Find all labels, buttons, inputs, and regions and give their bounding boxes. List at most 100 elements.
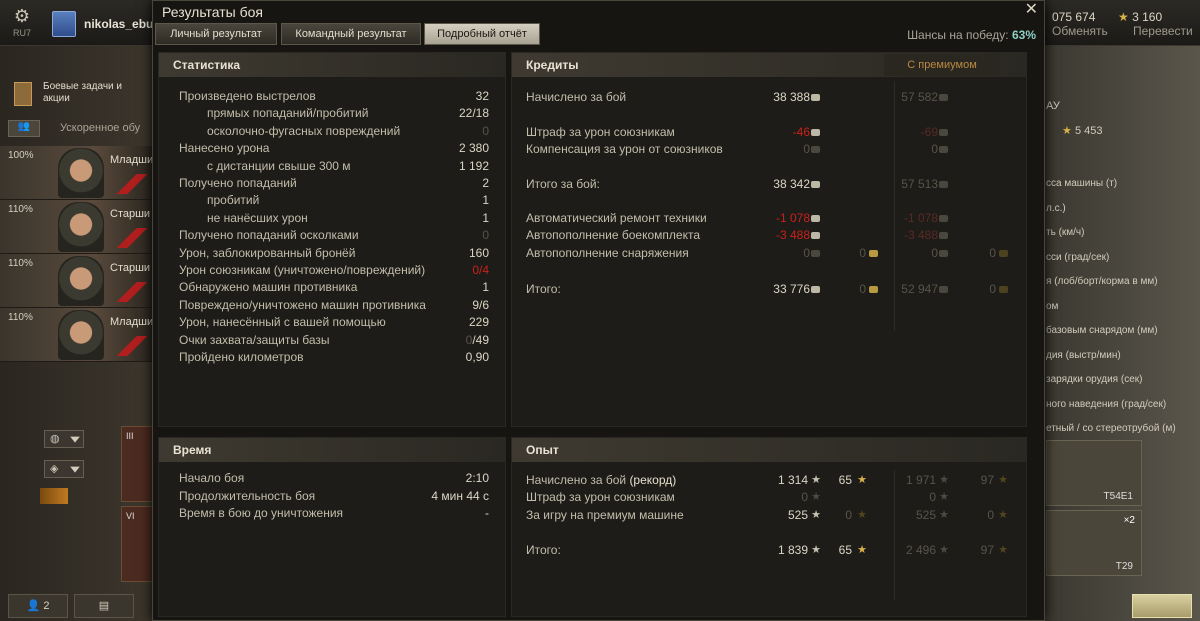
tank-card[interactable]: T29 ×2 (1046, 510, 1142, 576)
time-label: Время в бою до уничтожения (179, 506, 344, 520)
stats-row: Урон, заблокированный бронёй 160 (159, 245, 507, 262)
gold-icon (869, 250, 878, 258)
stats-value: 0/4 (472, 263, 489, 277)
crew-member[interactable]: 100% Младши (0, 146, 154, 200)
credits-row: Компенсация за урон от союзников 0 0 (512, 141, 1028, 158)
star-icon: ★ (939, 474, 949, 486)
crew-portrait (58, 256, 104, 306)
xp-row: Штраф за урон союзникам 0 ★ 0 ★ (512, 489, 1028, 506)
gold-balance[interactable]: 075 674 Обменять (1052, 10, 1108, 38)
credits-label: Автопополнение боекомплекта (526, 228, 700, 242)
stats-label: Очки захвата/защиты базы (179, 332, 330, 347)
premium-free-xp-value: 97 (980, 473, 994, 487)
ammo-icon[interactable] (40, 488, 68, 504)
credit-icon (939, 94, 948, 102)
right-xp: ★ 5 453 (1062, 125, 1103, 137)
vehicle-card[interactable]: III (121, 426, 155, 502)
gold-icon (996, 245, 1008, 262)
stats-row: Произведено выстрелов 32 (159, 88, 507, 105)
stats-label: прямых попаданий/пробитий (207, 106, 369, 121)
credits-label: Штраф за урон союзникам (526, 125, 675, 139)
stats-row: Получено попаданий 2 (159, 175, 507, 192)
globe-icon: ◍ (50, 433, 60, 445)
stats-value: 1 (482, 193, 489, 208)
vehicle-param: сса машины (т) (1046, 178, 1118, 189)
premium-credits-value: 52 947 (901, 282, 938, 296)
credits-panel: Кредиты С премиумом Начислено за бой 38 38… (511, 52, 1027, 427)
crew-icon[interactable]: 👥 (8, 120, 40, 137)
credit-icon (808, 210, 820, 227)
rank-stripe-icon (112, 174, 152, 194)
tank-card[interactable]: T54E1 (1046, 440, 1142, 506)
premium-xp-value: 1 971 (905, 473, 936, 487)
vehicle-param: етный / со стереотрубой (м) (1046, 423, 1176, 434)
filter-icon: ◈ (50, 463, 59, 475)
free-xp-star-icon: ★ (857, 474, 867, 486)
stats-value: 1 192 (458, 158, 489, 173)
credit-icon (936, 210, 948, 227)
stats-row: с дистанции свыше 300 м 1 192 (159, 158, 507, 175)
chat-button[interactable]: ▤ (74, 594, 134, 618)
stats-label: Пройдено километров (179, 350, 304, 364)
stats-label: Получено попаданий осколками (179, 228, 359, 243)
premium-xp-value: 2 496 (905, 543, 936, 557)
star-icon: ★ (811, 509, 821, 521)
crew-member[interactable]: 110% Младши (0, 308, 154, 362)
premium-gold-value: 0 (989, 282, 996, 296)
free-xp-star-icon: ★ (998, 509, 1008, 521)
globe-dropdown[interactable]: ◍ (44, 430, 84, 448)
rank-stripe-icon (112, 282, 152, 302)
close-icon[interactable]: ✕ (1025, 0, 1038, 19)
username[interactable]: nikolas_ebur (84, 17, 158, 31)
gear-icon[interactable]: ⚙ (8, 6, 36, 27)
free-xp-value: 0 (845, 508, 852, 522)
filter-dropdown[interactable]: ◈ (44, 460, 84, 478)
stats-label: не нанёсших урон (207, 210, 308, 225)
credit-icon (939, 286, 948, 294)
tab-personal[interactable]: Личный результат (155, 23, 277, 45)
vehicle-param: зарядки орудия (сек) (1046, 374, 1143, 385)
premium-credits-value: -3 488 (903, 228, 938, 242)
free-xp-star-icon: ★ (998, 474, 1008, 486)
stats-label: Урон, заблокированный бронёй (179, 245, 356, 260)
stats-label: Повреждено/уничтожено машин противника (179, 297, 426, 312)
win-chance: Шансы на победу: 63% (907, 28, 1036, 42)
stats-value: 229 (468, 315, 489, 330)
stats-value-part: /49 (472, 332, 489, 347)
xp-value: 1 314 (777, 473, 808, 487)
stats-value: 1 (482, 280, 489, 295)
free-xp-balance[interactable]: ★ 3 160 Перевести (1118, 10, 1193, 38)
credit-icon (808, 176, 820, 193)
vehicle-param: л.с.) (1046, 202, 1066, 214)
credits-label: Начислено за бой (526, 90, 627, 104)
time-value: 2:10 (465, 471, 489, 485)
xp-row: Итого: 1 839 ★ 65 ★ 2 496 ★ 97 ★ (512, 542, 1028, 559)
premium-xp-value: 525 (915, 508, 936, 522)
clan-emblem-icon[interactable] (52, 11, 76, 37)
xp-row: Начислено за бой (рекорд) 1 314 ★ 65 ★ 1 971 ★… (512, 472, 1028, 489)
time-row: Время в бою до уничтожения - (159, 505, 507, 522)
tab-team[interactable]: Командный результат (281, 23, 421, 45)
accelerated-training[interactable]: 👥 Ускоренное обу (8, 119, 154, 139)
battle-button[interactable] (1132, 594, 1192, 618)
missions-button[interactable]: Боевые задачи и акции (10, 80, 150, 110)
credit-icon (808, 141, 820, 158)
star-icon: ★ (939, 509, 949, 521)
premium-credits-value: 57 513 (901, 177, 938, 191)
premium-header: С премиумом (884, 54, 1000, 76)
free-xp-star-icon: ★ (857, 509, 867, 521)
players-button[interactable]: 👤 2 (8, 594, 68, 618)
rank-stripe-icon (112, 336, 152, 356)
crew-member[interactable]: 110% Старши (0, 254, 154, 308)
credits-row: Автопополнение снаряжения 0 0 0 0 (512, 245, 1028, 262)
credit-icon (811, 181, 820, 189)
stats-label: Произведено выстрелов (179, 89, 316, 103)
tab-detailed[interactable]: Подробный отчёт (424, 23, 540, 45)
vehicle-card[interactable]: VI (121, 506, 155, 582)
credit-icon (936, 141, 948, 158)
stats-row: Обнаружено машин противника 1 (159, 279, 507, 296)
crew-portrait (58, 148, 104, 198)
crew-member[interactable]: 110% Старши (0, 200, 154, 254)
stats-row: Очки захвата/защиты базы 0/49 (159, 332, 507, 349)
time-value: 4 мин 44 с (431, 488, 489, 503)
